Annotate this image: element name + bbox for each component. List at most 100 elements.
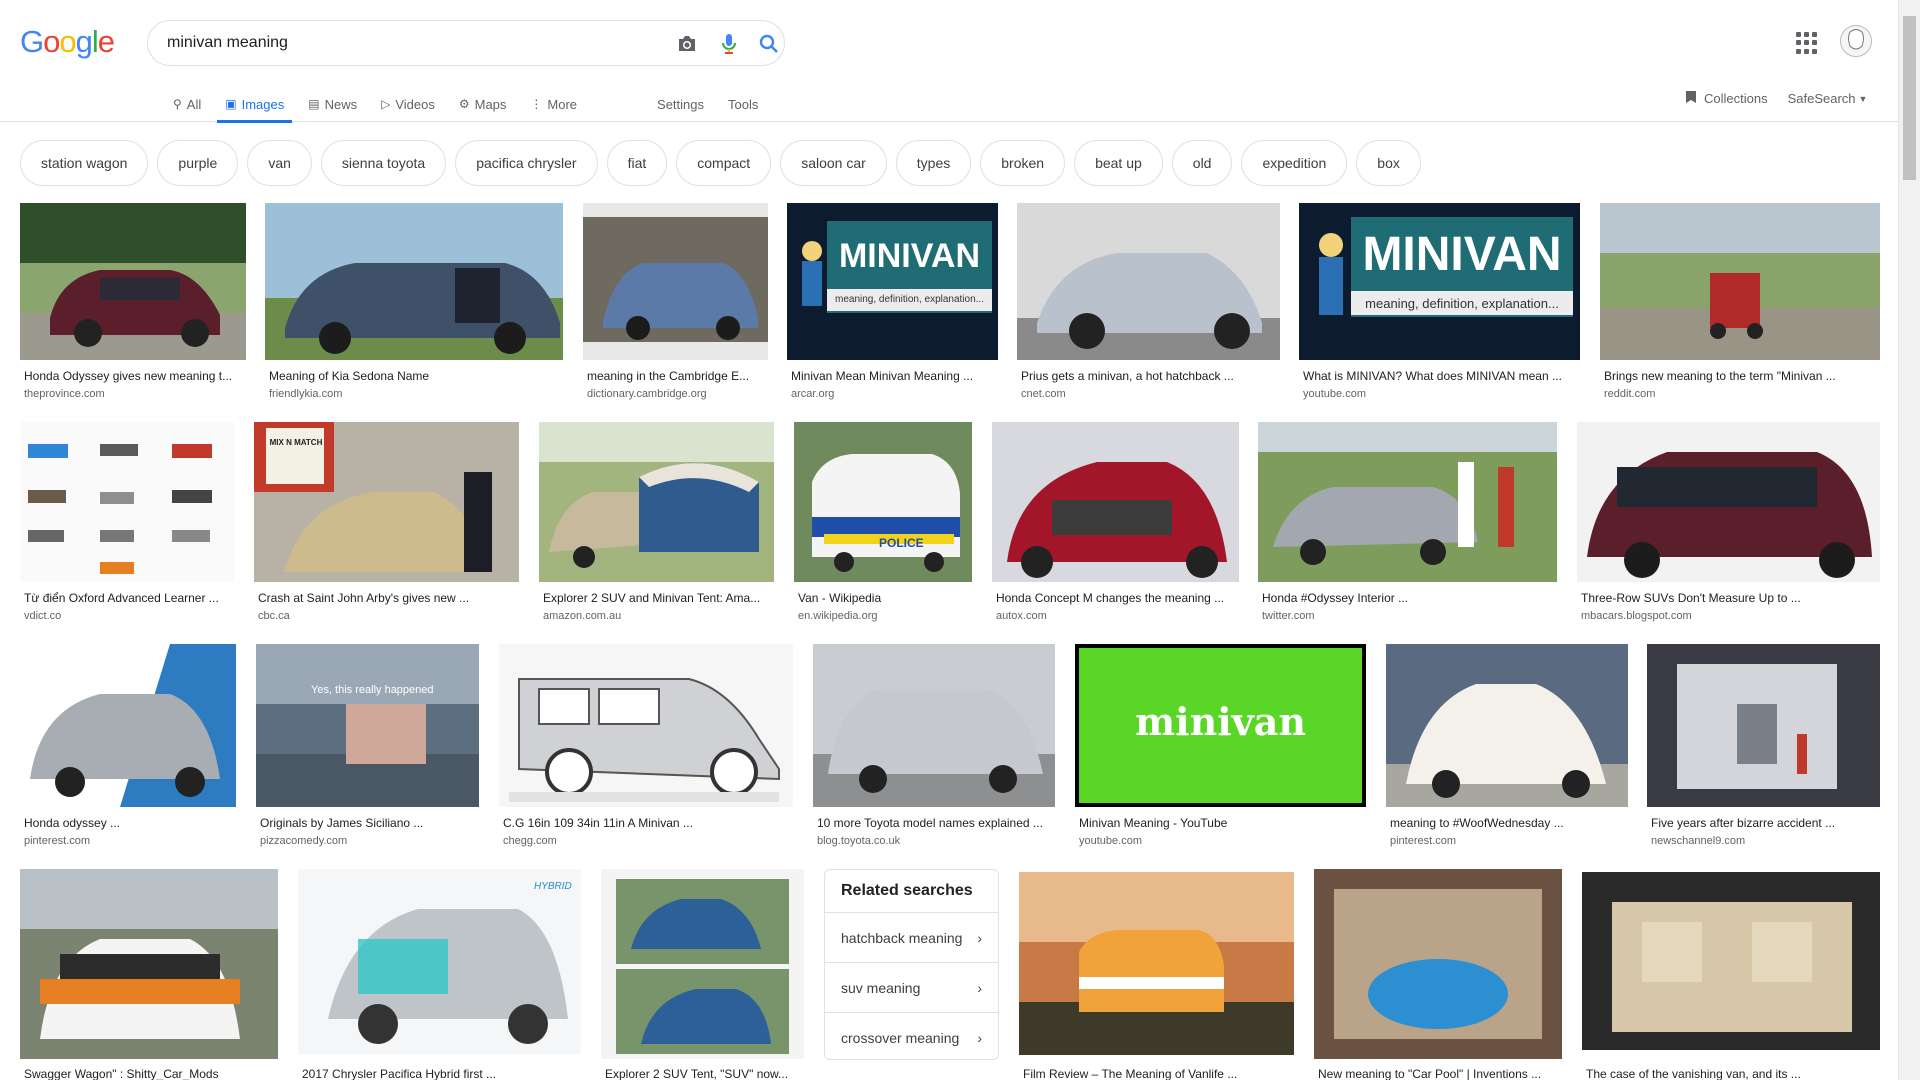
chip[interactable]: fiat [606,140,668,186]
thumbnail [539,422,774,582]
image-result[interactable]: 10 more Toyota model names explained ...… [813,644,1055,847]
thumbnail [20,644,236,807]
image-result[interactable]: Honda Concept M changes the meaning ... … [992,422,1239,622]
result-source: cbc.ca [258,610,290,622]
image-result[interactable]: Explorer 2 SUV Tent, "SUV" now... [601,869,804,1080]
image-result[interactable]: HYBRID 2017 Chrysler Pacifica Hybrid fir… [298,869,581,1080]
image-result[interactable]: meaning to #WoofWednesday ... pinterest.… [1386,644,1628,847]
related-search-item[interactable]: suv meaning › [825,962,998,1012]
chip[interactable]: box [1356,140,1421,186]
image-result[interactable]: MIX N MATCH Crash at Saint John Arby's g… [254,422,519,622]
thumbnail [992,422,1239,582]
video-icon: ▷ [381,97,391,111]
image-result[interactable]: Explorer 2 SUV and Minivan Tent: Ama... … [539,422,774,622]
bookmark-icon [1685,90,1697,107]
page-scrollbar[interactable] [1898,0,1920,1080]
chip[interactable]: purple [157,140,239,186]
safesearch-button[interactable]: SafeSearch ▼ [1788,91,1868,106]
refinement-chips: station wagon purple van sienna toyota p… [20,140,1430,186]
image-result[interactable]: Three-Row SUVs Don't Measure Up to ... m… [1577,422,1880,622]
related-search-label: hatchback meaning [841,929,963,946]
result-caption: 10 more Toyota model names explained ... [817,816,1043,830]
avatar[interactable] [1840,25,1872,57]
search-icon[interactable] [757,32,781,56]
result-source: newschannel9.com [1651,835,1746,847]
result-caption: Brings new meaning to the term "Minivan … [1604,369,1836,383]
chip[interactable]: beat up [1074,140,1163,186]
result-caption: Honda Concept M changes the meaning ... [996,591,1225,605]
news-icon: ▤ [308,97,320,111]
safesearch-label: SafeSearch [1787,91,1856,106]
thumbnail [1647,644,1880,807]
scrollbar-thumb[interactable] [1903,16,1916,180]
result-source: youtube.com [1079,835,1142,847]
thumbnail: MINIVAN meaning, definition, explanation… [1299,203,1580,360]
thumb-title: MINIVAN [838,237,981,275]
image-result[interactable]: Honda odyssey ... pinterest.com [20,644,236,847]
tab-videos[interactable]: ▷ Videos [373,86,443,122]
result-caption: C.G 16in 109 34in 11in A Minivan ... [503,816,693,830]
related-search-item[interactable]: hatchback meaning › [825,912,998,962]
tab-news[interactable]: ▤ News [300,86,365,122]
chip[interactable]: expedition [1241,140,1348,186]
image-result[interactable]: Honda #Odyssey Interior ... twitter.com [1258,422,1557,622]
image-result[interactable]: Honda Odyssey gives new meaning t... the… [20,203,246,403]
image-result[interactable]: meaning in the Cambridge E... dictionary… [583,203,768,403]
tab-all[interactable]: ⚲ All [165,86,209,122]
chip[interactable]: types [895,140,972,186]
chip[interactable]: broken [980,140,1066,186]
related-search-item[interactable]: crossover meaning › [825,1012,998,1062]
result-source: cnet.com [1021,388,1066,400]
chip[interactable]: sienna toyota [320,140,447,186]
image-icon: ▣ [225,97,237,111]
image-result[interactable]: minivan Minivan Meaning - YouTube youtub… [1075,644,1366,847]
result-source: amazon.com.au [543,610,622,622]
result-caption: Từ điển Oxford Advanced Learner ... [24,591,219,605]
result-caption: meaning in the Cambridge E... [587,369,750,383]
tab-tools[interactable]: Tools [720,86,766,122]
tab-label: Tools [728,96,759,112]
top-header: Google ⚲ All ▣ Images ▤ News ▷ Videos ⚙ Maps … [0,0,1898,123]
thumb-subtitle: meaning, definition, explanation... [1365,296,1559,311]
tab-label: Settings [657,96,705,112]
tab-images[interactable]: ▣ Images [217,86,293,123]
google-logo[interactable]: Google [20,24,115,60]
apps-grid-icon[interactable] [1796,32,1818,54]
caret-down-icon: ▼ [1858,93,1868,104]
image-result[interactable]: The case of the vanishing van, and its .… [1582,872,1880,1080]
result-source: youtube.com [1303,388,1366,400]
image-result[interactable]: MINIVAN meaning, definition, explanation… [787,203,998,403]
image-result[interactable]: MINIVAN meaning, definition, explanation… [1299,203,1580,403]
image-result[interactable]: Five years after bizarre accident ... ne… [1647,644,1880,847]
image-result[interactable]: POLICE Van - Wikipedia en.wikipedia.org [794,422,972,622]
thumb-title: minivan [1134,699,1307,744]
chip[interactable]: old [1171,140,1233,186]
chip[interactable]: compact [676,140,772,186]
image-result[interactable]: Prius gets a minivan, a hot hatchback ..… [1017,203,1280,403]
image-result[interactable]: Swagger Wagon" : Shitty_Car_Mods [20,869,278,1080]
chip[interactable]: station wagon [20,140,149,186]
collections-button[interactable]: Collections [1685,90,1768,107]
result-caption: Honda #Odyssey Interior ... [1262,591,1409,605]
image-result[interactable]: Brings new meaning to the term "Minivan … [1600,203,1880,403]
image-result[interactable]: Từ điển Oxford Advanced Learner ... vdic… [20,422,235,622]
chip[interactable]: van [247,140,312,186]
tab-label: More [547,96,578,112]
tab-more[interactable]: ⋮ More [522,86,585,122]
chip[interactable]: saloon car [780,140,887,186]
tab-label: All [186,96,202,112]
related-searches-card: Related searches hatchback meaning › suv … [824,869,999,1060]
tab-maps[interactable]: ⚙ Maps [451,86,515,122]
image-result[interactable]: New meaning to "Car Pool" | Inventions .… [1314,869,1562,1080]
camera-icon[interactable] [675,32,699,56]
microphone-icon[interactable] [717,32,741,56]
result-caption: 2017 Chrysler Pacifica Hybrid first ... [302,1067,497,1080]
search-input[interactable] [167,32,647,54]
image-result[interactable]: Film Review – The Meaning of Vanlife ... [1019,872,1294,1080]
image-result[interactable]: Meaning of Kia Sedona Name friendlykia.c… [265,203,563,403]
thumbnail: minivan [1075,644,1366,807]
chip[interactable]: pacifica chrysler [455,140,598,186]
tab-settings[interactable]: Settings [649,86,712,122]
image-result[interactable]: C.G 16in 109 34in 11in A Minivan ... che… [499,644,793,847]
image-result[interactable]: Yes, this really happened Originals by J… [256,644,479,847]
